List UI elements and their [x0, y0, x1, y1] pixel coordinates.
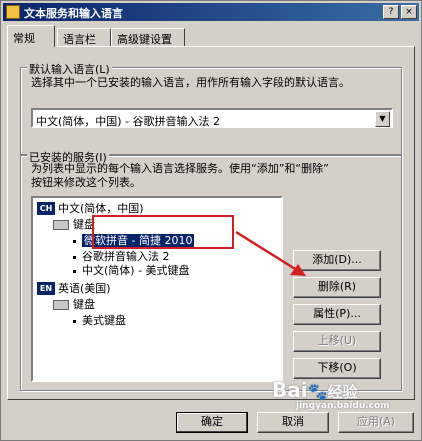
watermark-url: jingyan.baidu.com	[296, 401, 390, 411]
watermark-logo: Bai🐾经验	[272, 378, 358, 402]
tab-general[interactable]: 常规	[7, 25, 55, 47]
annotation-arrow-icon	[235, 230, 306, 276]
